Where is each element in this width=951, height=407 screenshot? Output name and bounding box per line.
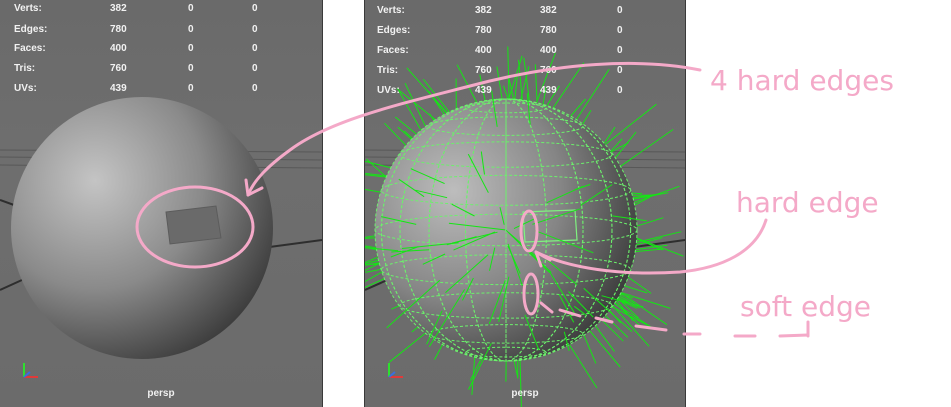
hud-value: 780 (540, 25, 557, 36)
hud-value: 0 (252, 43, 258, 54)
hud-value: 0 (252, 3, 258, 14)
camera-label: persp (147, 388, 175, 399)
hud-value: 0 (188, 63, 194, 74)
hud-label: Verts: (14, 3, 42, 14)
hud-value: 780 (110, 24, 127, 35)
hud-value: 0 (188, 83, 194, 94)
hud-value: 400 (475, 45, 492, 56)
hud-value: 439 (475, 85, 492, 96)
hud-value: 0 (188, 3, 194, 14)
hud-row-uvs: UVs: 439 439 0 (365, 85, 685, 99)
hud-value: 760 (475, 65, 492, 76)
hud-value: 382 (540, 5, 557, 16)
hud-label: Verts: (377, 5, 405, 16)
hud-value: 0 (252, 63, 258, 74)
hud-value: 760 (110, 63, 127, 74)
hud-value: 400 (540, 45, 557, 56)
hud-value: 0 (252, 83, 258, 94)
vertex-normal-line (629, 271, 662, 274)
hud-value: 0 (617, 65, 623, 76)
hud-row-edges: Edges: 780 780 0 (365, 25, 685, 39)
hud-row-uvs: UVs: 439 0 0 (0, 83, 322, 97)
annotation-four-hard-edges: 4 hard edges (710, 64, 894, 97)
hud-value: 0 (188, 24, 194, 35)
hud-value: 439 (540, 85, 557, 96)
poly-count-hud: Verts: 382 382 0 Edges: 780 780 0 Faces:… (365, 0, 685, 100)
viewport-left[interactable]: Verts: 382 0 0 Edges: 780 0 0 Faces: 400… (0, 0, 323, 407)
hud-value: 0 (252, 24, 258, 35)
hud-value: 780 (475, 25, 492, 36)
sphere-mesh[interactable] (11, 97, 273, 359)
hud-row-verts: Verts: 382 382 0 (365, 5, 685, 19)
poly-count-hud: Verts: 382 0 0 Edges: 780 0 0 Faces: 400… (0, 0, 322, 100)
hud-label: Faces: (14, 43, 46, 54)
hud-label: Tris: (377, 65, 399, 76)
vertex-normal-line (619, 291, 671, 309)
hud-value: 439 (110, 83, 127, 94)
viewport-right[interactable]: Verts: 382 382 0 Edges: 780 780 0 Faces:… (364, 0, 686, 407)
axis-gizmo-icon (388, 363, 403, 378)
hud-value: 382 (475, 5, 492, 16)
hud-value: 0 (188, 43, 194, 54)
annotation-soft-edge: soft edge (740, 290, 871, 323)
hud-row-faces: Faces: 400 400 0 (365, 45, 685, 59)
hud-value: 0 (617, 5, 623, 16)
axis-gizmo-icon (23, 363, 38, 378)
hud-value: 760 (540, 65, 557, 76)
vertex-normal-line (388, 330, 429, 363)
annotation-hard-edge: hard edge (736, 186, 879, 219)
hud-row-tris: Tris: 760 760 0 (365, 65, 685, 79)
grid-axis-line (0, 199, 15, 206)
hud-label: Tris: (14, 63, 36, 74)
hud-value: 0 (617, 45, 623, 56)
camera-label: persp (511, 388, 539, 399)
hud-row-faces: Faces: 400 0 0 (0, 43, 322, 57)
hud-label: Faces: (377, 45, 409, 56)
vertex-normal-line (617, 128, 674, 169)
hud-label: UVs: (14, 83, 37, 94)
vertex-normal-line (611, 304, 650, 347)
hud-label: Edges: (14, 24, 48, 35)
hud-value: 0 (617, 85, 623, 96)
vertex-normal-line (365, 160, 392, 169)
vertex-normal-line (581, 109, 592, 125)
vertex-normal-line (566, 339, 598, 389)
hud-label: Edges: (377, 25, 411, 36)
hud-row-edges: Edges: 780 0 0 (0, 24, 322, 38)
hud-label: UVs: (377, 85, 400, 96)
hud-value: 0 (617, 25, 623, 36)
hud-row-tris: Tris: 760 0 0 (0, 63, 322, 77)
hud-value: 400 (110, 43, 127, 54)
vertex-normal-line (519, 358, 522, 407)
hud-value: 382 (110, 3, 127, 14)
hard-edged-face (165, 205, 222, 245)
hud-row-verts: Verts: 382 0 0 (0, 3, 322, 17)
